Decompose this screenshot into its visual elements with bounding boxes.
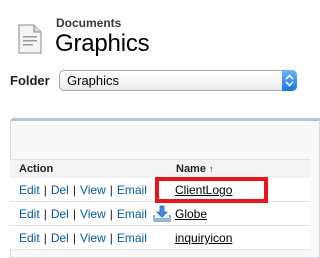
sort-ascending-icon: ↑: [208, 164, 214, 174]
separator: |: [109, 231, 113, 245]
edit-link[interactable]: Edit: [19, 183, 40, 197]
edit-link[interactable]: Edit: [19, 231, 40, 245]
folder-select[interactable]: Graphics: [59, 70, 297, 91]
folder-label: Folder: [10, 73, 50, 88]
separator: |: [72, 231, 76, 245]
separator: |: [43, 231, 47, 245]
column-header-action: Action: [19, 163, 54, 175]
table-row: Edit | Del | View | Email inquiryicon: [10, 226, 310, 250]
page-subtitle: Documents: [56, 16, 122, 30]
separator: |: [43, 207, 47, 221]
select-arrows-icon[interactable]: [282, 70, 297, 91]
document-name-link[interactable]: Globe: [175, 207, 207, 221]
page-title: Graphics: [55, 30, 150, 57]
download-tray-icon: [153, 205, 171, 223]
view-link[interactable]: View: [80, 231, 106, 245]
column-header-name[interactable]: Name ↑: [176, 163, 213, 175]
email-link[interactable]: Email: [117, 231, 147, 245]
del-link[interactable]: Del: [51, 207, 69, 221]
separator: |: [43, 183, 47, 197]
view-link[interactable]: View: [80, 183, 106, 197]
del-link[interactable]: Del: [51, 183, 69, 197]
email-link[interactable]: Email: [117, 207, 147, 221]
view-link[interactable]: View: [80, 207, 106, 221]
row-actions: Edit | Del | View | Email: [19, 207, 147, 221]
row-actions: Edit | Del | View | Email: [19, 183, 147, 197]
email-link[interactable]: Email: [117, 183, 147, 197]
document-icon: [17, 24, 43, 54]
column-header-name-label: Name: [176, 163, 206, 175]
document-name-link[interactable]: inquiryicon: [175, 231, 232, 245]
row-actions: Edit | Del | View | Email: [19, 231, 147, 245]
table-header: Action Name ↑: [10, 159, 310, 179]
del-link[interactable]: Del: [51, 231, 69, 245]
folder-select-value: Graphics: [67, 73, 120, 88]
edit-link[interactable]: Edit: [19, 207, 40, 221]
separator: |: [72, 207, 76, 221]
separator: |: [72, 183, 76, 197]
highlight-box: [155, 177, 268, 203]
separator: |: [109, 207, 113, 221]
separator: |: [109, 183, 113, 197]
table-row: Edit | Del | View | Email Globe: [10, 202, 310, 226]
